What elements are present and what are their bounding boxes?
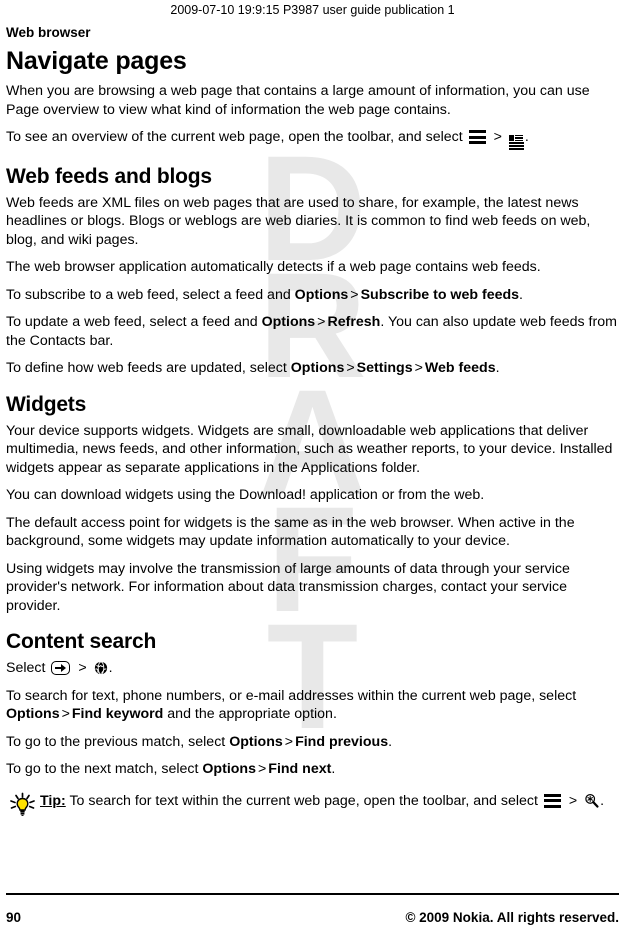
menu-item-options: Options [261, 314, 316, 331]
menu-item-settings: Settings [356, 360, 413, 377]
page-number: 90 [6, 910, 22, 925]
menu-item-options: Options [202, 761, 256, 778]
instruction-prev-suffix: . [388, 733, 393, 750]
document-page: 2009-07-10 19:9:15 P3987 user guide publ… [0, 0, 625, 939]
instruction-update-web-feed: To update a web feed, select a feed and … [6, 313, 620, 350]
menu-separator: > [346, 360, 355, 377]
paragraph-widgets-data-charges: Using widgets may involve the transmissi… [6, 560, 570, 614]
sentence-period: . [524, 129, 529, 145]
menu-key-icon [51, 661, 71, 676]
page-overview-icon [508, 134, 524, 150]
paragraph-widgets-intro: Your device supports widgets. Widgets ar… [6, 422, 613, 476]
section-heading-web-feeds: Web feeds and blogs [6, 164, 212, 188]
lightbulb-icon [6, 791, 40, 823]
menu-hamburger-icon [543, 793, 561, 808]
instruction-next-suffix: . [331, 761, 336, 778]
paragraph-page-overview-instruction: To see an overview of the current web pa… [6, 128, 620, 150]
paragraph-page-overview-text: To see an overview of the current web pa… [6, 129, 463, 145]
menu-item-options: Options [290, 360, 345, 377]
tip-sentence: To search for text within the current we… [69, 792, 538, 809]
section-heading-widgets: Widgets [6, 392, 87, 416]
copyright-notice: © 2009 Nokia. All rights reserved. [405, 910, 619, 925]
document-header-stamp: 2009-07-10 19:9:15 P3987 user guide publ… [170, 3, 455, 17]
paragraph-widgets-access-point: The default access point for widgets is … [6, 514, 575, 550]
page-content: Web browser Navigate pages When you are … [6, 24, 620, 823]
menu-separator: > [61, 706, 70, 723]
instruction-find-next: To go to the next match, select Options >… [6, 760, 620, 779]
menu-item-find-next: Find next [268, 761, 332, 778]
tip-text: Tip: To search for text within the curre… [40, 791, 620, 811]
instruction-open-web-app: Select > . [6, 659, 620, 678]
page-title-navigate-pages: Navigate pages [6, 47, 187, 75]
instruction-subscribe-prefix: To subscribe to a web feed, select a fee… [6, 286, 291, 303]
tip-suffix: . [600, 792, 605, 809]
instruction-next-prefix: To go to the next match, select [6, 761, 199, 778]
menu-item-options: Options [6, 706, 60, 723]
instruction-update-prefix: To update a web feed, select a feed and [6, 314, 258, 331]
instruction-find-previous: To go to the previous match, select Opti… [6, 733, 620, 752]
breadcrumb: Web browser [6, 25, 91, 40]
instruction-search-suffix: and the appropriate option. [167, 706, 337, 723]
instruction-subscribe-web-feed: To subscribe to a web feed, select a fee… [6, 286, 620, 305]
menu-item-subscribe-to-web-feeds: Subscribe to web feeds [360, 286, 520, 303]
menu-item-refresh: Refresh [327, 314, 381, 331]
menu-item-options: Options [229, 733, 283, 750]
find-magnifier-icon [584, 793, 599, 808]
paragraph-navigate-intro: When you are browsing a web page that co… [6, 83, 590, 118]
instruction-select-suffix: . [108, 660, 113, 677]
menu-separator: > [350, 286, 359, 303]
instruction-prev-prefix: To go to the previous match, select [6, 733, 226, 750]
instruction-define-web-feeds: To define how web feeds are updated, sel… [6, 359, 620, 378]
menu-item-web-feeds: Web feeds [424, 360, 496, 377]
tip-label: Tip: [40, 792, 66, 809]
menu-separator: > [257, 761, 267, 778]
menu-separator: > [568, 792, 578, 809]
menu-item-find-previous: Find previous [295, 733, 389, 750]
paragraph-web-feeds-intro: Web feeds are XML files on web pages tha… [6, 194, 591, 248]
menu-separator: > [493, 129, 502, 145]
menu-hamburger-icon [468, 130, 486, 144]
menu-separator: > [284, 733, 294, 750]
instruction-select-prefix: Select [6, 660, 46, 677]
globe-icon [94, 661, 108, 675]
instruction-find-keyword: To search for text, phone numbers, or e-… [6, 687, 620, 724]
section-heading-content-search: Content search [6, 630, 157, 654]
menu-separator: > [414, 360, 423, 377]
instruction-define-suffix: . [495, 360, 500, 377]
tip-block: Tip: To search for text within the curre… [6, 791, 620, 823]
menu-separator: > [78, 660, 87, 677]
instruction-define-prefix: To define how web feeds are updated, sel… [6, 360, 287, 377]
instruction-search-prefix: To search for text, phone numbers, or e-… [6, 687, 577, 704]
menu-separator: > [317, 314, 326, 331]
instruction-subscribe-suffix: . [519, 286, 523, 303]
paragraph-widgets-download: You can download widgets using the Downl… [6, 487, 485, 504]
menu-item-options: Options [294, 286, 349, 303]
menu-item-find-keyword: Find keyword [71, 706, 164, 723]
paragraph-web-feeds-detect: The web browser application automaticall… [6, 259, 541, 276]
page-footer: 90 © 2009 Nokia. All rights reserved. [6, 893, 619, 925]
